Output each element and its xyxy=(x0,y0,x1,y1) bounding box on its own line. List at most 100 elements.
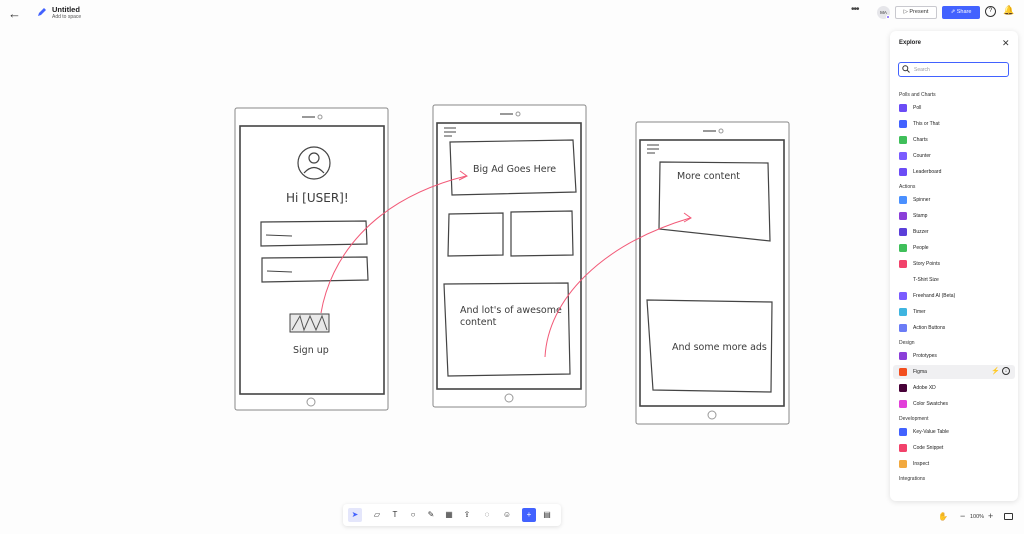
phone-wireframe-1[interactable]: Hi [USER]! Sign up xyxy=(234,107,389,411)
explore-item-label: Poll xyxy=(913,105,922,111)
explore-item-label: Figma xyxy=(913,369,927,375)
phone-wireframe-3[interactable]: More content And some more ads xyxy=(635,121,790,425)
explore-item-prototypes[interactable]: Prototypes xyxy=(893,349,1015,363)
explore-item-timer[interactable]: Timer xyxy=(893,305,1015,319)
explore-item-people[interactable]: People xyxy=(893,241,1015,255)
explore-item-label: Adobe XD xyxy=(913,385,936,391)
buzzer-icon xyxy=(899,228,907,236)
select-tool[interactable]: ➤ xyxy=(348,508,362,522)
download-icon[interactable]: ↓ xyxy=(1002,367,1010,375)
adobe-xd-icon xyxy=(899,384,907,392)
leaderboard-icon xyxy=(899,168,907,176)
explore-item-poll[interactable]: Poll xyxy=(893,101,1015,115)
prototypes-icon xyxy=(899,352,907,360)
explore-item-label: Key-Value Table xyxy=(913,429,949,435)
explore-item-this-or-that[interactable]: This or That xyxy=(893,117,1015,131)
emoji-tool[interactable]: ☺ xyxy=(500,508,514,522)
search-input[interactable] xyxy=(914,65,1004,74)
whiteboard-canvas[interactable]: Hi [USER]! Sign up Big Ad Goes Here And … xyxy=(0,0,1024,534)
minimap-icon[interactable] xyxy=(1004,513,1013,520)
explore-item-charts[interactable]: Charts xyxy=(893,133,1015,147)
figma-icon xyxy=(899,368,907,376)
explore-item-key-value-table[interactable]: Key-Value Table xyxy=(893,425,1015,439)
explore-item-story-points[interactable]: Story Points xyxy=(893,257,1015,271)
explore-item-counter[interactable]: Counter xyxy=(893,149,1015,163)
sparkle-icon xyxy=(899,292,907,300)
explore-item-label: Timer xyxy=(913,309,926,315)
people-icon xyxy=(899,244,907,252)
explore-item-t-shirt-size[interactable]: T-Shirt Size xyxy=(893,273,1015,287)
explore-item-figma[interactable]: Figma ⚡ ↓ xyxy=(893,365,1015,379)
explore-panel: Explore ✕ Polls and Charts Poll This or Th… xyxy=(890,31,1018,501)
section-title: Integrations xyxy=(899,476,926,482)
explore-item-label: Action Buttons xyxy=(913,325,946,331)
bolt-icon[interactable]: ⚡ xyxy=(991,367,1000,375)
counter-icon xyxy=(899,152,907,160)
comment-tool[interactable]: ◌ xyxy=(480,508,494,522)
section-title: Polls and Charts xyxy=(899,92,936,98)
search-icon xyxy=(902,65,910,73)
story-points-icon xyxy=(899,260,907,268)
upload-tool[interactable]: ⇪ xyxy=(460,508,474,522)
ads-text: And some more ads xyxy=(672,342,767,353)
search-field[interactable] xyxy=(898,62,1009,77)
hand-icon[interactable]: ✋ xyxy=(938,512,948,521)
shape-tool[interactable]: ○ xyxy=(406,508,420,522)
content-text-line2: content xyxy=(460,317,497,328)
inspect-icon xyxy=(899,460,907,468)
poll-icon xyxy=(899,104,907,112)
code-snippet-icon xyxy=(899,444,907,452)
section-title: Design xyxy=(899,340,915,346)
explore-item-label: Stamp xyxy=(913,213,928,219)
text-tool[interactable]: T xyxy=(388,508,402,522)
explore-item-spinner[interactable]: Spinner xyxy=(893,193,1015,207)
explore-item-label: This or That xyxy=(913,121,940,127)
pen-tool[interactable]: ✎ xyxy=(424,508,438,522)
explore-title: Explore xyxy=(899,40,922,46)
ad-text: Big Ad Goes Here xyxy=(473,164,556,175)
tshirt-icon xyxy=(899,276,907,284)
spinner-icon xyxy=(899,196,907,204)
zoom-out-button[interactable]: − xyxy=(960,511,965,521)
explore-item-action-buttons[interactable]: Action Buttons xyxy=(893,321,1015,335)
add-tool[interactable]: + xyxy=(522,508,536,522)
template-tool[interactable]: ▤ xyxy=(540,508,554,522)
color-swatches-icon xyxy=(899,400,907,408)
stamp-icon xyxy=(899,212,907,220)
explore-item-label: People xyxy=(913,245,929,251)
table-tool[interactable]: ▦ xyxy=(442,508,456,522)
explore-item-label: Charts xyxy=(913,137,928,143)
zoom-level[interactable]: 100% xyxy=(970,514,984,520)
explore-item-adobe-xd[interactable]: Adobe XD xyxy=(893,381,1015,395)
explore-item-inspect[interactable]: Inspect xyxy=(893,457,1015,471)
explore-item-label: Code Snippet xyxy=(913,445,944,451)
explore-item-code-snippet[interactable]: Code Snippet xyxy=(893,441,1015,455)
explore-item-label: Leaderboard xyxy=(913,169,942,175)
close-icon[interactable]: ✕ xyxy=(1002,38,1010,49)
sticky-note-tool[interactable]: ▱ xyxy=(370,508,384,522)
explore-item-buzzer[interactable]: Buzzer xyxy=(893,225,1015,239)
this-or-that-icon xyxy=(899,120,907,128)
signup-text: Sign up xyxy=(293,345,329,356)
charts-icon xyxy=(899,136,907,144)
explore-item-label: Prototypes xyxy=(913,353,937,359)
phone-wireframe-2[interactable]: Big Ad Goes Here And lot's of awesome co… xyxy=(432,104,587,408)
explore-item-color-swatches[interactable]: Color Swatches xyxy=(893,397,1015,411)
explore-item-leaderboard[interactable]: Leaderboard xyxy=(893,165,1015,179)
explore-item-label: Buzzer xyxy=(913,229,929,235)
action-buttons-icon xyxy=(899,324,907,332)
timer-icon xyxy=(899,308,907,316)
zoom-in-button[interactable]: + xyxy=(988,511,993,521)
section-title: Actions xyxy=(899,184,916,190)
explore-item-label: T-Shirt Size xyxy=(913,277,939,283)
explore-item-stamp[interactable]: Stamp xyxy=(893,209,1015,223)
explore-item-label: Spinner xyxy=(913,197,931,203)
creation-toolbar: ➤ ▱ T ○ ✎ ▦ ⇪ ◌ ☺ + ▤ xyxy=(343,504,561,526)
content-text-line1: And lot's of awesome xyxy=(460,305,562,316)
explore-item-label: Freehand AI (Beta) xyxy=(913,293,956,299)
more-content-text: More content xyxy=(677,171,740,182)
explore-item-label: Color Swatches xyxy=(913,401,949,407)
greeting-text: Hi [USER]! xyxy=(286,191,349,205)
explore-item-freehand-ai-beta[interactable]: Freehand AI (Beta) xyxy=(893,289,1015,303)
section-title: Development xyxy=(899,416,929,422)
